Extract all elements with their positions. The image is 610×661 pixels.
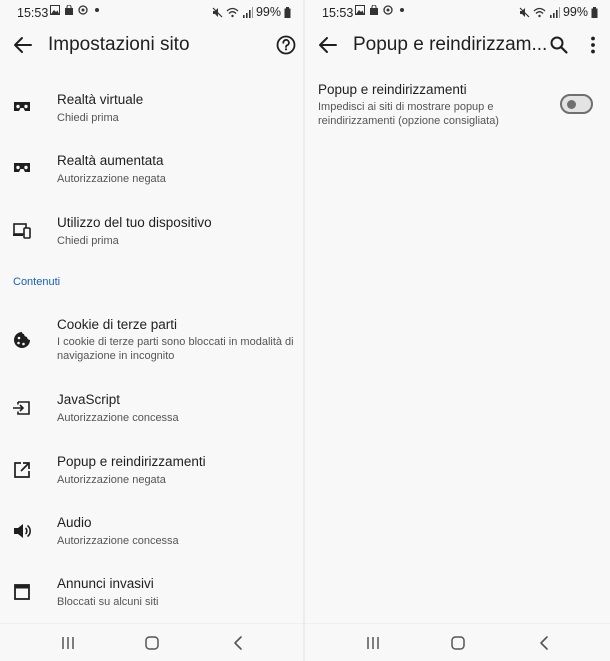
status-bar: 15:53 99% [0, 0, 303, 24]
setting-item-subtitle: Chiedi prima [57, 112, 119, 124]
mute-icon [212, 7, 223, 17]
open-in-new-icon [14, 462, 30, 478]
setting-item-vr[interactable]: Realtà virtuale Chiedi prima [0, 86, 303, 136]
app-bar: Impostazioni sito [0, 28, 303, 62]
setting-item-audio[interactable]: Audio Autorizzazione concessa [0, 508, 303, 558]
vr-headset-icon [14, 102, 30, 111]
navigation-bar [305, 623, 610, 661]
setting-item-title: Annunci invasivi [57, 576, 154, 591]
setting-item-third-party-cookies[interactable]: Cookie di terze parti I cookie di terze … [0, 310, 303, 366]
bag-icon [370, 5, 378, 15]
setting-item-title: Realtà aumentata [57, 153, 164, 168]
battery-icon [591, 6, 598, 18]
setting-item-title: Audio [57, 515, 92, 530]
setting-item-subtitle: Chiedi prima [57, 235, 119, 247]
bag-icon [65, 5, 73, 15]
page-title: Popup e reindirizzam... [353, 34, 548, 55]
more-vert-icon[interactable] [582, 34, 604, 56]
setting-item-title: Cookie di terze parti [57, 317, 178, 332]
status-bar: 15:53 99% [305, 0, 610, 24]
system-icons: 99% [519, 5, 598, 19]
setting-item-device-use[interactable]: Utilizzo del tuo dispositivo Chiedi prim… [0, 208, 303, 258]
home-icon[interactable] [449, 634, 467, 652]
home-icon[interactable] [143, 634, 161, 652]
search-icon[interactable] [548, 34, 570, 56]
recent-apps-icon[interactable] [364, 634, 382, 652]
system-icons: 99% [212, 5, 291, 19]
back-nav-icon[interactable] [535, 634, 553, 652]
right-screen: 15:53 99% Popup e reindirizzam... Popup … [305, 0, 610, 661]
signal-icon [242, 6, 253, 18]
help-icon[interactable] [275, 34, 297, 56]
gallery-icon [355, 5, 365, 15]
gallery-icon [50, 5, 60, 15]
setting-item-subtitle: Autorizzazione negata [57, 474, 166, 486]
vr-headset-icon [14, 163, 30, 172]
back-nav-icon[interactable] [229, 634, 247, 652]
setting-item-subtitle: Autorizzazione concessa [57, 535, 179, 547]
wifi-icon [533, 7, 546, 17]
toggle-knob [567, 100, 576, 109]
battery-percent: 99% [255, 5, 281, 19]
setting-item-ar[interactable]: Realtà aumentata Autorizzazione negata [0, 147, 303, 197]
battery-icon [284, 6, 291, 18]
setting-item-title: Realtà virtuale [57, 92, 144, 107]
back-arrow-icon[interactable] [12, 34, 34, 56]
setting-item-subtitle: Autorizzazione negata [57, 173, 166, 185]
page-title: Impostazioni sito [48, 34, 190, 55]
more-notifications-dot [400, 8, 404, 12]
setting-item-subtitle: Bloccati su alcuni siti [57, 596, 159, 608]
setting-item-title: JavaScript [57, 392, 121, 407]
javascript-icon [13, 401, 30, 415]
status-time: 15:53 [17, 6, 49, 20]
recent-apps-icon[interactable] [59, 634, 77, 652]
setting-item-subtitle: I cookie di terze parti sono bloccati in… [57, 336, 294, 362]
devices-icon [13, 223, 31, 239]
section-header-contents: Contenuti [13, 276, 61, 288]
setting-item-intrusive-ads[interactable]: Annunci invasivi Bloccati su alcuni siti [0, 569, 303, 619]
cookie-icon [14, 332, 30, 348]
setting-item-subtitle: Autorizzazione concessa [57, 412, 179, 424]
app-bar: Popup e reindirizzam... [305, 28, 610, 62]
battery-percent: 99% [562, 5, 588, 19]
signal-icon [549, 6, 560, 18]
more-notifications-dot [95, 8, 99, 12]
setting-item-javascript[interactable]: JavaScript Autorizzazione concessa [0, 385, 303, 435]
setting-item-title: Utilizzo del tuo dispositivo [57, 215, 212, 230]
notification-icons [355, 5, 404, 15]
sync-icon [383, 5, 393, 15]
wifi-icon [226, 7, 239, 17]
setting-description: Impedisci ai siti di mostrare popup e re… [318, 101, 499, 127]
status-time: 15:53 [322, 6, 354, 20]
back-arrow-icon[interactable] [317, 34, 339, 56]
sync-icon [78, 5, 88, 15]
setting-item-title: Popup e reindirizzamenti [57, 454, 206, 469]
navigation-bar [0, 623, 303, 661]
speaker-icon [14, 524, 31, 538]
notification-icons [50, 5, 99, 15]
mute-icon [519, 7, 530, 17]
window-icon [14, 584, 30, 600]
setting-title: Popup e reindirizzamenti [318, 82, 467, 97]
setting-item-popups[interactable]: Popup e reindirizzamenti Autorizzazione … [0, 447, 303, 497]
popups-toggle[interactable] [560, 94, 593, 114]
left-screen: 15:53 99% Impostazioni sito Realtà virtu… [0, 0, 303, 661]
